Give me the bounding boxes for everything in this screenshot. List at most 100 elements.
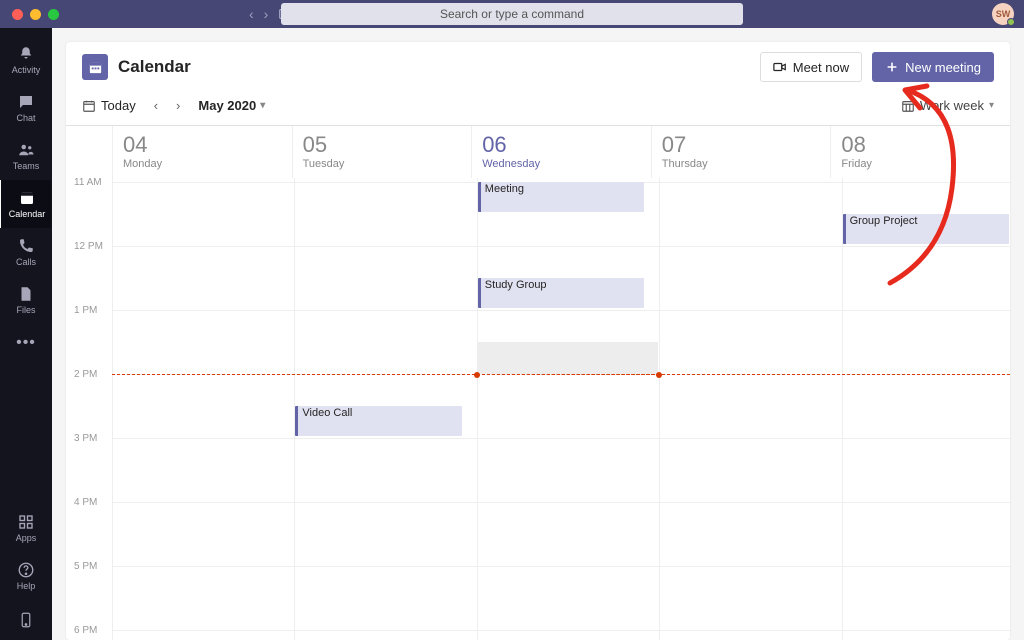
prev-week-icon[interactable]: ‹ <box>150 96 162 115</box>
day-number: 07 <box>662 132 821 158</box>
rail-activity[interactable]: Activity <box>0 36 52 84</box>
calendar-header: Calendar Meet now New meeting <box>66 42 1010 92</box>
month-label: May 2020 <box>198 98 256 113</box>
time-grid[interactable]: 11 AM 12 PM 1 PM 2 PM 3 PM 4 PM 5 PM 6 PM Meetin… <box>66 178 1010 640</box>
day-name: Wednesday <box>482 158 641 170</box>
app-rail: Activity Chat Teams Calendar Calls Files… <box>0 28 52 640</box>
hour-label: 4 PM <box>74 497 97 508</box>
hour-label: 1 PM <box>74 305 97 316</box>
calendar-icon <box>18 189 36 207</box>
rail-label: Help <box>17 581 36 591</box>
rail-files[interactable]: Files <box>0 276 52 324</box>
rail-label: Teams <box>13 161 40 171</box>
back-icon[interactable]: ‹ <box>249 6 254 22</box>
hour-gridline <box>112 502 1010 503</box>
calendar-event[interactable]: Meeting <box>478 182 644 212</box>
current-time-indicator <box>477 374 659 375</box>
chat-icon <box>17 93 35 111</box>
calendar-event[interactable]: Video Call <box>295 406 461 436</box>
day-header[interactable]: 08Friday <box>830 126 1010 178</box>
hour-gridline <box>112 566 1010 567</box>
day-header[interactable]: 06Wednesday <box>471 126 651 178</box>
rail-more[interactable]: ••• <box>16 324 36 362</box>
video-icon <box>773 60 787 74</box>
presence-indicator-icon <box>1007 18 1015 26</box>
month-picker[interactable]: May 2020 ▾ <box>198 98 265 113</box>
day-number: 05 <box>303 132 462 158</box>
hour-gridline <box>112 310 1010 311</box>
view-selector[interactable]: Work week ▾ <box>901 98 994 113</box>
titlebar: ‹ › Search or type a command SW <box>0 0 1024 28</box>
column-gridline <box>477 178 478 640</box>
day-headers: 04Monday05Tuesday06Wednesday07Thursday08… <box>112 126 1010 178</box>
day-name: Tuesday <box>303 158 462 170</box>
teams-icon <box>17 141 35 159</box>
hour-gridline <box>112 438 1010 439</box>
avatar-initials: SW <box>996 9 1011 19</box>
rail-label: Chat <box>16 113 35 123</box>
rail-label: Activity <box>12 65 41 75</box>
hour-gridline <box>112 630 1010 631</box>
mobile-icon <box>17 611 35 629</box>
today-button[interactable]: Today <box>82 98 136 113</box>
calendar-view-icon <box>901 99 915 113</box>
forward-icon[interactable]: › <box>264 6 269 22</box>
rail-label: Calendar <box>9 209 46 219</box>
column-gridline <box>842 178 843 640</box>
page-title: Calendar <box>118 57 191 77</box>
day-number: 06 <box>482 132 641 158</box>
hour-label: 3 PM <box>74 433 97 444</box>
rail-chat[interactable]: Chat <box>0 84 52 132</box>
button-label: New meeting <box>905 60 981 75</box>
minimize-window-icon[interactable] <box>30 9 41 20</box>
day-name: Thursday <box>662 158 821 170</box>
window-controls[interactable] <box>12 9 59 20</box>
rail-apps[interactable]: Apps <box>0 504 52 552</box>
maximize-window-icon[interactable] <box>48 9 59 20</box>
day-header[interactable]: 05Tuesday <box>292 126 472 178</box>
rail-help[interactable]: Help <box>0 552 52 600</box>
hour-label: 5 PM <box>74 561 97 572</box>
apps-icon <box>17 513 35 531</box>
chevron-down-icon: ▾ <box>260 100 265 111</box>
busy-slot <box>478 342 658 374</box>
hour-label: 12 PM <box>74 241 103 252</box>
rail-calendar[interactable]: Calendar <box>0 180 51 228</box>
hour-label: 2 PM <box>74 369 97 380</box>
plus-icon <box>885 60 899 74</box>
close-window-icon[interactable] <box>12 9 23 20</box>
help-icon <box>17 561 35 579</box>
calendar-app-icon <box>82 54 108 80</box>
search-input[interactable]: Search or type a command <box>281 3 743 25</box>
meet-now-button[interactable]: Meet now <box>760 52 862 82</box>
hour-label: 6 PM <box>74 625 97 636</box>
search-placeholder: Search or type a command <box>440 7 584 21</box>
file-icon <box>17 285 35 303</box>
day-number: 04 <box>123 132 282 158</box>
chevron-down-icon: ▾ <box>989 100 994 111</box>
button-label: Meet now <box>793 60 849 75</box>
day-name: Monday <box>123 158 282 170</box>
avatar[interactable]: SW <box>992 3 1014 25</box>
next-week-icon[interactable]: › <box>172 96 184 115</box>
calendar-event[interactable]: Study Group <box>478 278 644 308</box>
rail-mobile[interactable] <box>0 600 52 640</box>
day-name: Friday <box>841 158 1000 170</box>
calendar-event[interactable]: Group Project <box>843 214 1009 244</box>
rail-calls[interactable]: Calls <box>0 228 52 276</box>
rail-label: Files <box>16 305 35 315</box>
view-label: Work week <box>920 98 984 113</box>
day-number: 08 <box>841 132 1000 158</box>
hour-label: 11 AM <box>74 178 102 188</box>
column-gridline <box>112 178 113 640</box>
hour-gridline <box>112 246 1010 247</box>
rail-teams[interactable]: Teams <box>0 132 52 180</box>
day-header[interactable]: 07Thursday <box>651 126 831 178</box>
bell-icon <box>17 45 35 63</box>
today-label: Today <box>101 98 136 113</box>
calendar-toolbar: Today ‹ › May 2020 ▾ Work week ▾ <box>66 92 1010 125</box>
day-header[interactable]: 04Monday <box>112 126 292 178</box>
new-meeting-button[interactable]: New meeting <box>872 52 994 82</box>
column-gridline <box>659 178 660 640</box>
calendar-small-icon <box>82 99 96 113</box>
